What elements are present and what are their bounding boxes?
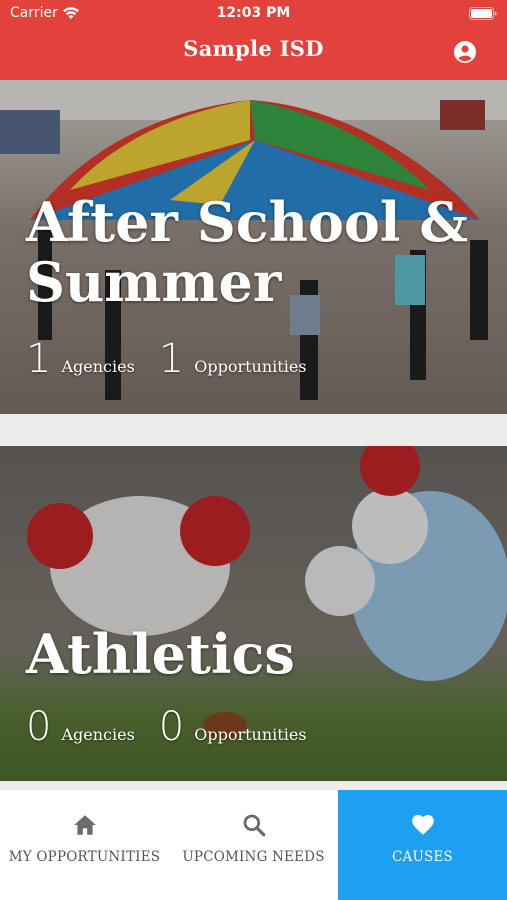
tab-my-opportunities[interactable]: MY OPPORTUNITIES: [0, 790, 169, 900]
page-title: Sample ISD: [183, 36, 324, 61]
cause-title: Athletics: [26, 622, 295, 686]
status-bar: Carrier 12:03 PM: [0, 0, 507, 28]
status-time: 12:03 PM: [216, 5, 291, 21]
agencies-count: 1: [26, 336, 52, 382]
app-header: Carrier 12:03 PM Sample ISD: [0, 0, 507, 80]
cause-stats: 1 Agencies 1 Opportunities: [26, 336, 331, 382]
agencies-label: Agencies: [61, 725, 135, 744]
tab-causes[interactable]: CAUSES: [338, 790, 507, 900]
home-icon: [74, 815, 96, 835]
battery-icon: [469, 7, 497, 20]
opportunities-count: 0: [158, 704, 185, 750]
tab-label: MY OPPORTUNITIES: [8, 849, 161, 865]
cause-card-athletics[interactable]: Athletics 0 Agencies 0 Opportunities: [0, 446, 507, 781]
opportunities-label: Opportunities: [194, 357, 307, 376]
search-icon: [243, 814, 266, 837]
tab-label: UPCOMING NEEDS: [182, 849, 325, 865]
tab-upcoming-needs[interactable]: UPCOMING NEEDS: [169, 790, 338, 900]
cause-stats: 0 Agencies 0 Opportunities: [26, 704, 331, 750]
account-icon[interactable]: [453, 40, 477, 64]
bottom-tab-bar: MY OPPORTUNITIES UPCOMING NEEDS CAUSES: [0, 790, 507, 900]
agencies-label: Agencies: [61, 357, 135, 376]
opportunities-label: Opportunities: [194, 725, 307, 744]
cause-card-after-school[interactable]: After School & Summer 1 Agencies 1 Oppor…: [0, 80, 507, 414]
tab-label: CAUSES: [391, 849, 453, 865]
agencies-count: 0: [26, 704, 52, 750]
opportunities-count: 1: [158, 336, 185, 382]
cause-title: After School & Summer: [26, 190, 468, 314]
heart-icon: [412, 814, 434, 835]
